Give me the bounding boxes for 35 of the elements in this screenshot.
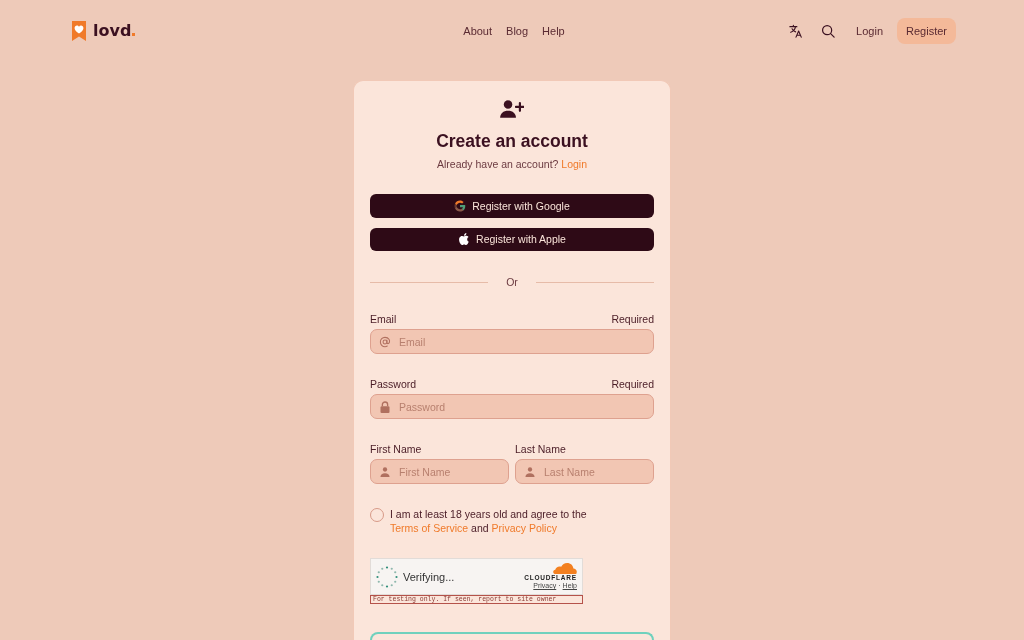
person-icon bbox=[380, 466, 390, 477]
consent-text: I am at least 18 years old and agree to the Terms of Service and Privacy Policy bbox=[390, 507, 588, 535]
required-hint: Required bbox=[611, 312, 654, 326]
page-title: Create an account bbox=[435, 129, 589, 152]
translate-icon[interactable] bbox=[789, 24, 804, 38]
captcha-status: Verifying... bbox=[403, 570, 455, 583]
bookmark-heart-icon bbox=[72, 21, 86, 41]
user-plus-icon bbox=[500, 100, 524, 118]
register-button[interactable]: Register bbox=[897, 18, 956, 44]
name-field[interactable]: Last Name bbox=[515, 459, 654, 484]
field-label: First Name bbox=[370, 442, 422, 456]
at-sign-icon bbox=[379, 335, 391, 348]
apple-register-button[interactable]: Register with Apple bbox=[370, 227, 654, 252]
email-field[interactable]: Email bbox=[370, 329, 654, 354]
nav-link[interactable]: Blog bbox=[506, 25, 529, 37]
nav-link[interactable]: Help bbox=[542, 25, 565, 37]
google-register-button[interactable]: Register with Google bbox=[370, 193, 654, 218]
divider-label: Or bbox=[505, 276, 519, 289]
nav-link[interactable]: About bbox=[463, 25, 493, 37]
spinner-icon bbox=[376, 565, 398, 588]
field-label: Password bbox=[370, 377, 417, 391]
apple-logo-icon bbox=[458, 233, 471, 246]
password-field[interactable]: Password bbox=[370, 394, 654, 419]
lock-icon bbox=[379, 400, 391, 413]
person-icon bbox=[525, 466, 535, 477]
login-link[interactable]: Login bbox=[856, 25, 884, 37]
google-g-icon bbox=[454, 199, 467, 212]
name-field[interactable]: First Name bbox=[370, 459, 509, 484]
cloud-logo-icon bbox=[553, 563, 577, 574]
subtitle-text: Already have an account? bbox=[436, 157, 559, 170]
field-label: Last Name bbox=[515, 442, 566, 456]
field-label: Email bbox=[370, 312, 397, 326]
logo-wordmark[interactable]: lovd bbox=[93, 21, 132, 41]
required-hint: Required bbox=[611, 377, 654, 391]
search-icon[interactable] bbox=[821, 24, 836, 38]
